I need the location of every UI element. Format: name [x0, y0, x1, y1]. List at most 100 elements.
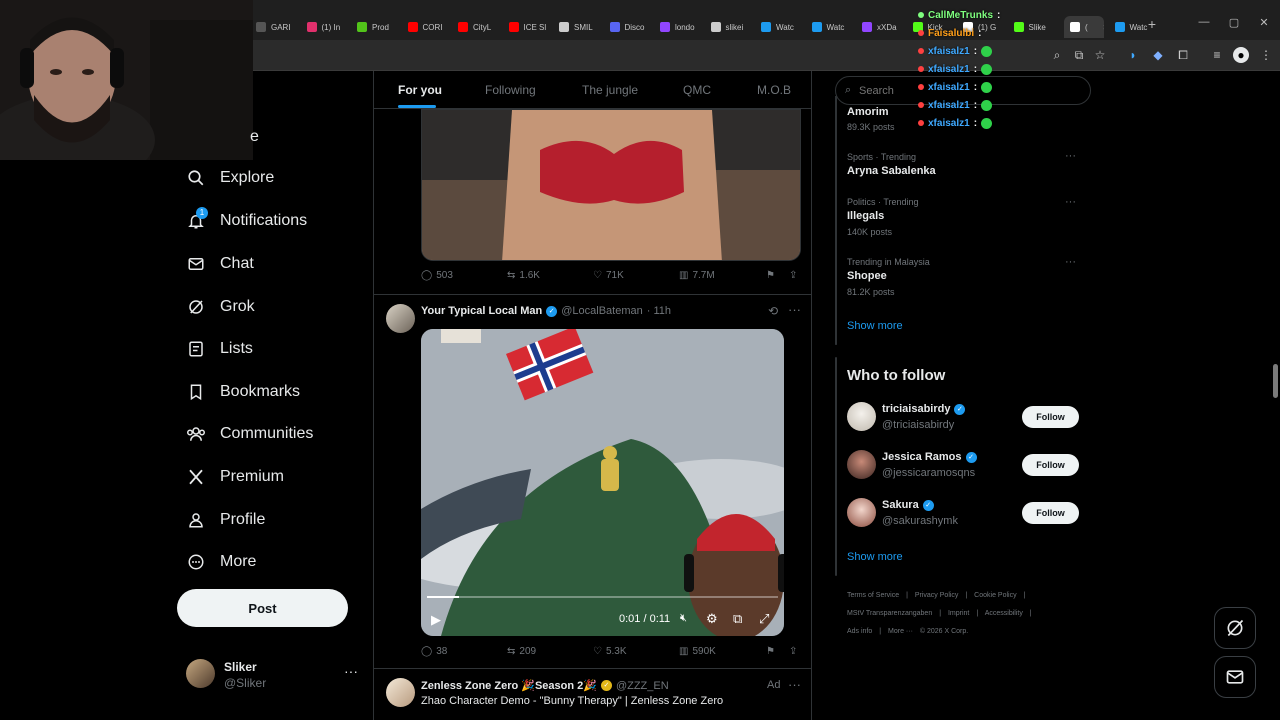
browser-tab[interactable]: Prod — [357, 16, 403, 38]
suggestion-name[interactable]: triciaisabirdy — [882, 403, 950, 415]
reading-list-icon[interactable]: ≡ — [1209, 47, 1225, 63]
like-button[interactable]: ♡ 71K — [593, 270, 624, 281]
account-more-icon[interactable]: ··· — [344, 663, 358, 679]
browser-tab[interactable]: Disco — [609, 16, 656, 38]
footer-link-accessibility[interactable]: Accessibility — [985, 610, 1023, 617]
bookmark-button[interactable]: ⚑ — [766, 646, 775, 657]
messages-floating-button[interactable] — [1214, 656, 1256, 698]
nav-item-lists[interactable]: Lists — [186, 334, 253, 364]
browser-menu-icon[interactable]: ⋮ — [1258, 47, 1274, 63]
nav-item-chat[interactable]: Chat — [186, 249, 254, 279]
trend-more-icon[interactable]: ··· — [1065, 256, 1076, 268]
tweet-author-handle[interactable]: @LocalBateman — [561, 305, 643, 317]
tweet-media-image[interactable] — [421, 109, 801, 261]
tweet-more-icon[interactable]: ··· — [788, 677, 801, 692]
nav-item-premium[interactable]: Premium — [186, 462, 284, 492]
browser-tab[interactable]: (1) In — [306, 16, 353, 38]
footer-link-terms[interactable]: Terms of Service — [847, 592, 899, 599]
tab-the-jungle[interactable]: The jungle — [582, 83, 638, 97]
reply-button[interactable]: ◯ 503 — [421, 270, 453, 281]
video-progress-track[interactable] — [427, 596, 778, 598]
mute-icon[interactable]: 🔇︎ — [680, 612, 687, 625]
footer-link-ads-info[interactable]: Ads info — [847, 628, 872, 635]
trend-title[interactable]: Aryna Sabalenka — [847, 165, 936, 177]
follow-button[interactable]: Follow — [1022, 406, 1079, 428]
browser-tab[interactable]: londo — [660, 16, 706, 38]
trend-more-icon[interactable]: ··· — [1065, 150, 1076, 162]
views-button[interactable]: ▥ 7.7M — [679, 270, 715, 281]
tweet-author-handle[interactable]: @ZZZ_EN — [616, 680, 669, 692]
nav-item-bookmarks[interactable]: Bookmarks — [186, 377, 300, 407]
nav-home-partial-label[interactable]: e — [250, 128, 259, 146]
share-button[interactable]: ⇪ — [789, 646, 797, 657]
page-scrollbar[interactable] — [1273, 364, 1278, 398]
browser-tab[interactable]: xXDa — [862, 16, 908, 38]
tweet-timestamp[interactable]: · 11h — [647, 305, 671, 317]
maximize-button[interactable]: ▢ — [1224, 16, 1244, 29]
tweet-author-name[interactable]: Your Typical Local Man — [421, 305, 542, 317]
trend-more-icon[interactable]: ··· — [1065, 196, 1076, 208]
footer-link-imprint[interactable]: Imprint — [948, 610, 969, 617]
close-window-button[interactable]: ✕ — [1254, 16, 1274, 29]
trend-title[interactable]: Amorim — [847, 106, 889, 118]
follow-show-more-link[interactable]: Show more — [847, 551, 903, 563]
repost-button[interactable]: ⇆ 1.6K — [507, 270, 540, 281]
nav-item-more[interactable]: More — [186, 547, 256, 577]
browser-tab[interactable]: (✕ — [1064, 16, 1104, 38]
nav-item-explore[interactable]: Explore — [186, 163, 274, 193]
grok-floating-button[interactable] — [1214, 607, 1256, 649]
tweet-author-name[interactable]: Zenless Zone Zero 🎉Season 2🎉 — [421, 679, 597, 692]
tab-mob[interactable]: M.O.B — [757, 83, 791, 97]
footer-link-privacy[interactable]: Privacy Policy — [915, 592, 959, 599]
tab-for-you[interactable]: For you — [398, 83, 442, 97]
tweet-more-icon[interactable]: ··· — [788, 302, 801, 317]
account-switcher[interactable]: Sliker @Sliker ··· — [186, 657, 366, 693]
minimize-button[interactable]: — — [1194, 16, 1214, 28]
profile-avatar-icon[interactable]: ● — [1233, 47, 1249, 63]
trends-show-more-link[interactable]: Show more — [847, 320, 903, 332]
follow-button[interactable]: Follow — [1022, 502, 1079, 524]
tab-qmc[interactable]: QMC — [683, 83, 711, 97]
trend-title[interactable]: Shopee — [847, 270, 887, 282]
zoom-icon[interactable]: ⌕ — [1049, 47, 1065, 63]
extension-shield-icon[interactable]: ◆ — [1150, 47, 1166, 63]
browser-tab[interactable]: Watc — [811, 16, 858, 38]
share-button[interactable]: ⇪ — [789, 270, 797, 281]
close-tab-icon[interactable]: ✕ — [1103, 23, 1104, 32]
like-button[interactable]: ♡ 5.3K — [593, 646, 627, 657]
browser-tab[interactable]: slikei — [710, 16, 757, 38]
reply-button[interactable]: ◯ 38 — [421, 646, 447, 657]
repost-button[interactable]: ⇆ 209 — [507, 646, 536, 657]
post-button[interactable]: Post — [177, 589, 348, 627]
avatar[interactable] — [847, 450, 876, 479]
new-tab-button[interactable]: + — [1142, 16, 1162, 32]
suggestion-name[interactable]: Jessica Ramos — [882, 451, 962, 463]
browser-tab[interactable]: CORI — [407, 16, 454, 38]
settings-icon[interactable]: ⚙ — [706, 611, 718, 627]
video-player[interactable]: ▶ 0:01 / 0:11 🔇︎ ⚙ ⧉ ⤢ — [421, 329, 784, 636]
footer-link-more[interactable]: More ··· — [888, 628, 913, 635]
install-app-icon[interactable]: ⧉ — [1071, 47, 1087, 63]
browser-tab[interactable]: CityL — [458, 16, 504, 38]
browser-tab[interactable]: GARI — [256, 16, 302, 38]
avatar[interactable] — [386, 304, 415, 333]
browser-tab[interactable]: SMIL — [559, 16, 605, 38]
footer-link-mstv[interactable]: MStV Transparenzangaben — [847, 610, 932, 617]
grok-explain-icon[interactable]: ⟲ — [768, 304, 778, 318]
avatar[interactable] — [847, 402, 876, 431]
extension-audio-icon[interactable]: ◗ — [1125, 47, 1141, 63]
browser-tab[interactable]: ICE Sl — [508, 16, 555, 38]
avatar[interactable] — [386, 678, 415, 707]
browser-tab[interactable]: Watc — [761, 16, 807, 38]
follow-button[interactable]: Follow — [1022, 454, 1079, 476]
nav-item-communities[interactable]: Communities — [186, 419, 313, 449]
views-button[interactable]: ▥ 590K — [679, 646, 716, 657]
tab-following[interactable]: Following — [485, 83, 536, 97]
avatar[interactable] — [847, 498, 876, 527]
fullscreen-icon[interactable]: ⤢ — [759, 611, 769, 627]
picture-in-picture-icon[interactable]: ⧉ — [733, 611, 742, 627]
footer-link-cookies[interactable]: Cookie Policy — [974, 592, 1016, 599]
extensions-puzzle-icon[interactable]: ⧠ — [1175, 47, 1191, 63]
trend-title[interactable]: Illegals — [847, 210, 884, 222]
nav-item-grok[interactable]: Grok — [186, 292, 255, 322]
